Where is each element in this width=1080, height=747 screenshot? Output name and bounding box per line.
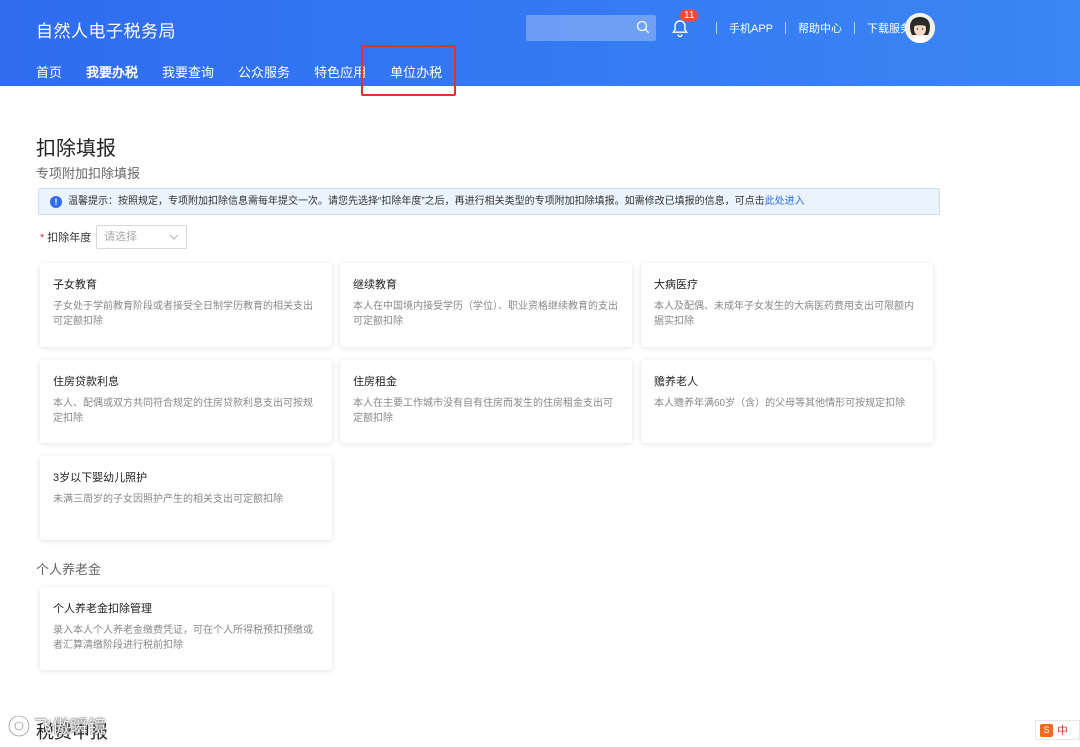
card-title: 3岁以下婴幼儿照护 — [53, 472, 148, 484]
card-housing-rent[interactable]: 住房租金 本人在主要工作城市没有自有住房而发生的住房租金支出可定额扣除 — [340, 360, 632, 443]
app-title[interactable]: 自然人电子税务局 — [36, 17, 176, 42]
card-desc: 本人在主要工作城市没有自有住房而发生的住房租金支出可定额扣除 — [353, 398, 613, 424]
ime-logo-icon: S — [1040, 723, 1053, 737]
divider — [716, 22, 717, 34]
watermark-text: 飞傲瞬镜 — [34, 717, 106, 737]
notice-text: 温馨提示：按照规定，专项附加扣除信息需每年提交一次。请您先选择“扣除年度”之后，… — [68, 196, 765, 207]
nav-query[interactable]: 我要查询 — [162, 62, 214, 93]
card-desc: 本人赡养年满60岁（含）的父母等其他情形可按规定扣除 — [654, 398, 906, 409]
card-title: 住房贷款利息 — [53, 376, 119, 388]
year-label-text: 扣除年度 — [47, 232, 92, 244]
notification-badge: 11 — [680, 9, 699, 22]
divider — [785, 22, 787, 34]
card-title: 子女教育 — [53, 279, 97, 291]
help-center-link[interactable]: 帮助中心 — [798, 20, 842, 36]
page-title: 扣除填报 — [36, 138, 116, 160]
chevron-down-icon — [169, 234, 179, 240]
card-desc: 本人、配偶或双方共同符合规定的住房贷款利息支出可按规定扣除 — [53, 398, 313, 424]
highlight-annotation — [361, 45, 456, 96]
avatar[interactable] — [905, 13, 935, 43]
card-desc: 本人及配偶、未成年子女发生的大病医药费用支出可限额内据实扣除 — [654, 301, 914, 327]
mobile-app-link[interactable]: 手机APP — [729, 20, 773, 36]
nav-public-service[interactable]: 公众服务 — [238, 62, 290, 93]
card-desc: 本人在中国境内接受学历（学位）、职业资格继续教育的支出可定额扣除 — [353, 301, 618, 327]
card-desc: 子女处于学前教育阶段或者接受全日制学历教育的相关支出可定额扣除 — [53, 301, 313, 327]
nav-home[interactable]: 首页 — [36, 62, 62, 93]
nav-tax-handling[interactable]: 我要办税 — [86, 62, 139, 93]
top-header: 自然人电子税务局 11 手机APP 帮助中心 下载服务 首页 我要办税 我要查询… — [0, 0, 1080, 96]
ime-indicator[interactable]: S 中 — [1035, 720, 1080, 740]
search-icon[interactable] — [636, 20, 650, 34]
card-title: 大病医疗 — [654, 279, 698, 291]
card-desc: 录入本人个人养老金缴费凭证，可在个人所得税预扣预缴或者汇算清缴阶段进行税前扣除 — [53, 625, 313, 651]
card-children-education[interactable]: 子女教育 子女处于学前教育阶段或者接受全日制学历教育的相关支出可定额扣除 — [40, 263, 332, 347]
info-icon: ! — [50, 196, 62, 208]
year-label: * 扣除年度 — [40, 229, 91, 245]
search-box[interactable] — [526, 15, 656, 41]
notice-link[interactable]: 此处进入 — [765, 196, 805, 207]
pension-section-title: 个人养老金 — [36, 562, 102, 577]
card-serious-illness[interactable]: 大病医疗 本人及配偶、未成年子女发生的大病医药费用支出可限额内据实扣除 — [641, 263, 933, 347]
notice-banner: ! 温馨提示：按照规定，专项附加扣除信息需每年提交一次。请您先选择“扣除年度”之… — [38, 188, 940, 215]
card-title: 继续教育 — [353, 279, 397, 291]
top-links: 手机APP 帮助中心 下载服务 — [704, 20, 911, 36]
card-title: 个人养老金扣除管理 — [53, 603, 152, 615]
watermark-logo-icon — [7, 714, 31, 738]
user-avatar-icon — [905, 13, 935, 43]
year-select-placeholder: 请选择 — [104, 231, 137, 243]
card-pension-deduction[interactable]: 个人养老金扣除管理 录入本人个人养老金缴费凭证，可在个人所得税预扣预缴或者汇算清… — [40, 587, 332, 670]
card-continuing-education[interactable]: 继续教育 本人在中国境内接受学历（学位）、职业资格继续教育的支出可定额扣除 — [340, 263, 632, 347]
card-desc: 未满三周岁的子女因照护产生的相关支出可定额扣除 — [53, 494, 283, 505]
nav-featured-apps[interactable]: 特色应用 — [314, 62, 366, 93]
section-title: 专项附加扣除填报 — [36, 166, 141, 181]
watermark: 飞傲瞬镜 — [6, 713, 106, 739]
year-select[interactable]: 请选择 — [96, 225, 187, 249]
required-icon: * — [40, 232, 45, 244]
card-title: 住房租金 — [353, 376, 397, 388]
card-elderly-support[interactable]: 赡养老人 本人赡养年满60岁（含）的父母等其他情形可按规定扣除 — [641, 360, 933, 443]
divider — [854, 22, 856, 34]
card-infant-care[interactable]: 3岁以下婴幼儿照护 未满三周岁的子女因照护产生的相关支出可定额扣除 — [40, 456, 332, 540]
card-title: 赡养老人 — [654, 376, 698, 388]
card-housing-loan-interest[interactable]: 住房贷款利息 本人、配偶或双方共同符合规定的住房贷款利息支出可按规定扣除 — [40, 360, 332, 443]
ime-label: 中 — [1057, 725, 1068, 737]
